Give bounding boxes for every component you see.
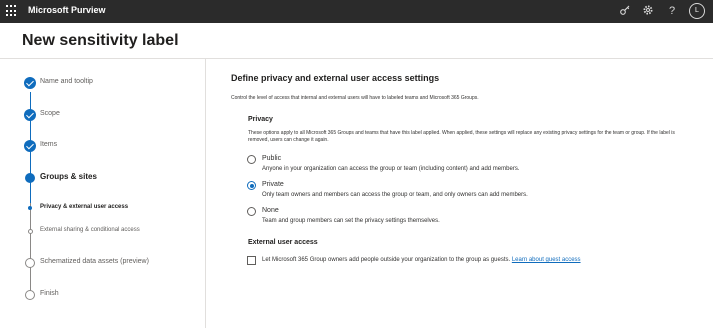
avatar[interactable]: L — [689, 3, 705, 19]
app-title[interactable]: Microsoft Purview — [28, 5, 106, 15]
progress-line-remaining — [30, 203, 31, 298]
step-label: Schematized data assets (preview) — [40, 258, 149, 265]
privacy-none-radio[interactable] — [247, 207, 256, 216]
section-description: Control the level of access that interna… — [231, 95, 479, 101]
step-pending-icon — [25, 290, 35, 300]
step-items[interactable]: Items — [0, 138, 205, 154]
privacy-public-description: Anyone in your organization can access t… — [262, 166, 520, 172]
step-current-icon — [25, 173, 35, 183]
step-name-and-tooltip[interactable]: Name and tooltip — [0, 75, 205, 91]
step-label: Privacy & external user access — [40, 204, 129, 210]
step-label: Name and tooltip — [40, 78, 93, 85]
step-label: External sharing & conditional access — [40, 227, 140, 233]
substep-current-icon — [28, 206, 32, 210]
learn-guest-access-link[interactable]: Learn about guest access — [512, 257, 581, 263]
privacy-private-description: Only team owners and members can access … — [262, 192, 528, 198]
key-icon[interactable] — [618, 4, 632, 18]
step-label: Scope — [40, 110, 60, 117]
top-bar: Microsoft Purview ? L — [0, 0, 713, 23]
step-complete-icon — [24, 109, 36, 121]
privacy-public-label[interactable]: Public — [262, 155, 281, 162]
step-complete-icon — [24, 77, 36, 89]
guest-access-text: Let Microsoft 365 Group owners add peopl… — [262, 257, 511, 263]
privacy-description: These options apply to all Microsoft 365… — [248, 130, 675, 143]
step-external-sharing[interactable]: External sharing & conditional access — [0, 223, 205, 239]
page-title: New sensitivity label — [22, 32, 179, 49]
step-scope[interactable]: Scope — [0, 107, 205, 123]
privacy-heading: Privacy — [248, 116, 273, 123]
step-complete-icon — [24, 140, 36, 152]
step-schematized-data-assets[interactable]: Schematized data assets (preview) — [0, 255, 205, 271]
help-icon[interactable]: ? — [665, 4, 679, 18]
external-access-heading: External user access — [248, 239, 318, 246]
step-privacy-external-access[interactable]: Privacy & external user access — [0, 200, 205, 216]
step-label: Items — [40, 141, 58, 148]
step-finish[interactable]: Finish — [0, 287, 205, 303]
privacy-none-description: Team and group members can set the priva… — [262, 218, 440, 224]
section-title: Define privacy and external user access … — [231, 73, 440, 83]
gear-icon[interactable] — [641, 4, 655, 18]
sidebar-divider — [205, 59, 206, 328]
privacy-private-radio[interactable] — [247, 181, 256, 190]
guest-access-label[interactable]: Let Microsoft 365 Group owners add peopl… — [262, 257, 581, 263]
step-groups-and-sites[interactable]: Groups & sites — [0, 170, 205, 186]
waffle-icon[interactable] — [6, 5, 18, 17]
step-label: Groups & sites — [40, 172, 97, 181]
privacy-none-label[interactable]: None — [262, 207, 279, 214]
step-pending-icon — [25, 258, 35, 268]
step-label: Finish — [40, 290, 59, 297]
guest-access-checkbox[interactable] — [247, 256, 256, 265]
substep-pending-icon — [28, 229, 33, 234]
wizard-steps: Name and tooltip Scope Items Groups & si… — [0, 59, 205, 328]
privacy-public-radio[interactable] — [247, 155, 256, 164]
privacy-private-label[interactable]: Private — [262, 181, 284, 188]
